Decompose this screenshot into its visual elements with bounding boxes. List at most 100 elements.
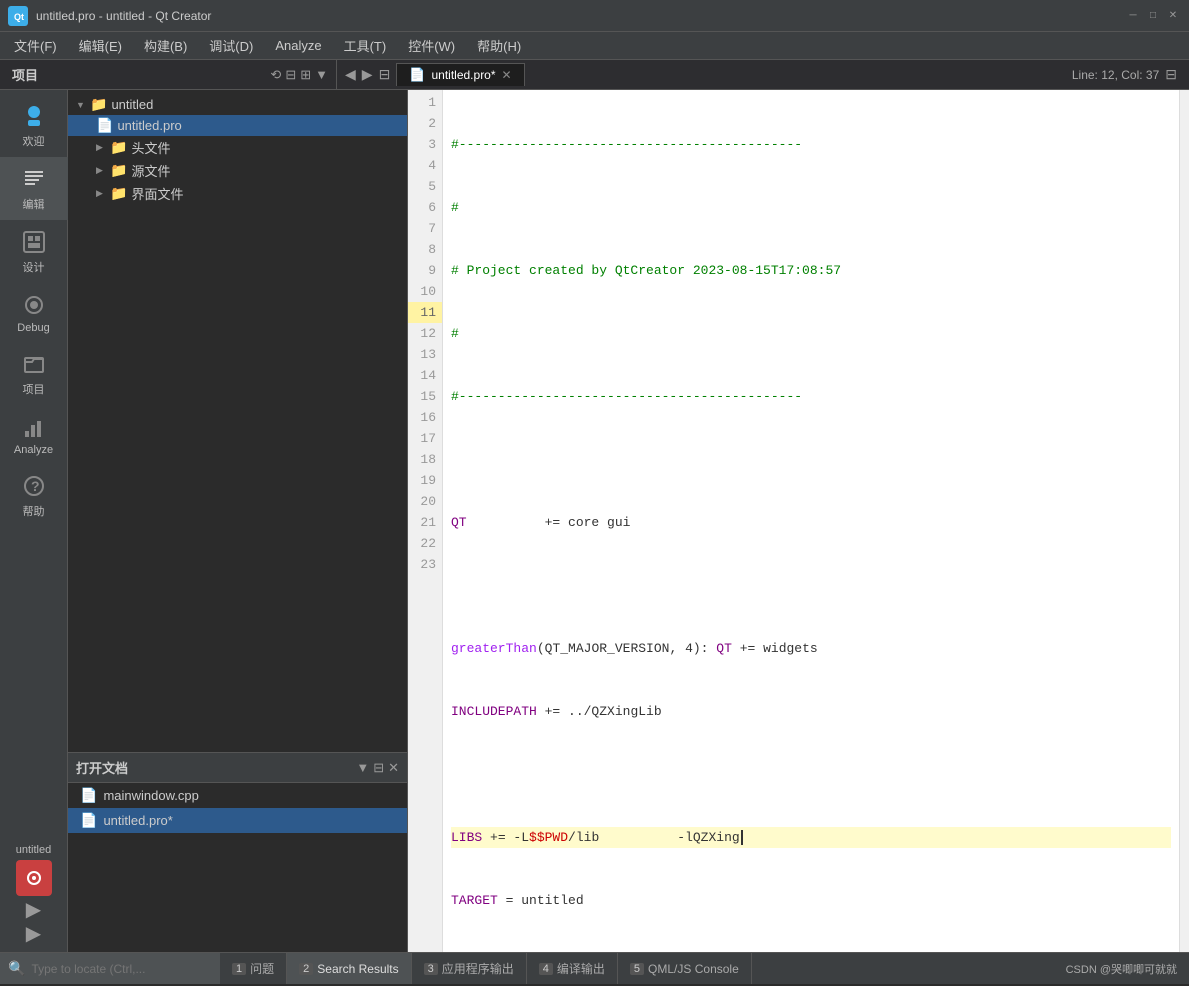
ln-14: 14 [408,365,442,386]
ln-23: 23 [408,554,442,575]
tree-pro-label: untitled.pro [117,118,181,133]
sidebar-item-welcome[interactable]: 欢迎 [0,94,68,157]
menu-debug[interactable]: 调试(D) [199,32,263,59]
welcome-label: 欢迎 [23,133,45,149]
tree-forms-icon: 📁 [110,185,127,202]
doc-icon-mainwindow: 📄 [80,787,97,804]
tab-close-icon[interactable]: ✕ [502,68,512,82]
sidebar-item-project[interactable]: 项目 [0,342,68,405]
menu-help[interactable]: 帮助(H) [467,32,531,59]
tab-label: untitled.pro* [431,68,495,82]
bottom-tab-qml[interactable]: 5 QML/JS Console [618,953,752,984]
edit-icon [20,165,48,193]
menu-file[interactable]: 文件(F) [4,32,67,59]
run-button[interactable]: ▶ [26,900,41,920]
bottom-tab-compile[interactable]: 4 编译输出 [527,953,618,984]
doc-label-mainwindow: mainwindow.cpp [103,788,198,803]
menu-widgets[interactable]: 控件(W) [398,32,465,59]
compile-tab-num: 4 [539,963,553,975]
tree-arrow-sources: ▶ [96,165,106,176]
window-controls[interactable]: ─ □ ✕ [1125,8,1181,24]
menu-bar: 文件(F) 编辑(E) 构建(B) 调试(D) Analyze 工具(T) 控件… [0,32,1189,60]
open-docs-menu-icon[interactable]: ▼ [356,760,369,775]
ln-19: 19 [408,470,442,491]
tree-root-untitled[interactable]: ▼ 📁 untitled [68,94,407,115]
menu-analyze[interactable]: Analyze [265,34,331,57]
menu-edit[interactable]: 编辑(E) [69,32,132,59]
open-docs-close-icon[interactable]: ✕ [388,760,399,776]
ln-4: 4 [408,155,442,176]
ln-10: 10 [408,281,442,302]
doc-item-pro[interactable]: 📄 untitled.pro* [68,808,407,833]
code-line-10: INCLUDEPATH += ../QZXingLib [451,701,1171,722]
close-button[interactable]: ✕ [1165,8,1181,24]
nav-forward-icon[interactable]: ▶ [362,66,373,83]
maximize-button[interactable]: □ [1145,8,1161,24]
sidebar-item-analyze[interactable]: Analyze [0,405,68,464]
edit-label: 编辑 [23,196,45,212]
editor-area: 1 2 3 4 5 6 7 8 9 10 11 12 13 14 15 16 1… [408,90,1189,952]
ln-3: 3 [408,134,442,155]
ln-13: 13 [408,344,442,365]
type-locate-area[interactable]: 🔍 [0,953,220,984]
doc-item-mainwindow[interactable]: 📄 mainwindow.cpp [68,783,407,808]
welcome-icon [20,102,48,130]
qml-tab-label: QML/JS Console [648,962,739,976]
code-line-4: # [451,323,1171,344]
sidebar-item-design[interactable]: 设计 [0,220,68,283]
tree-sources-icon: 📁 [110,162,127,179]
open-docs-split-icon[interactable]: ⊟ [373,760,384,776]
menu-tools[interactable]: 工具(T) [334,32,397,59]
tree-item-pro[interactable]: 📄 untitled.pro [68,115,407,136]
code-line-12: LIBS += -L$$PWD/lib -lQZXing [451,827,1171,848]
tree-item-headers[interactable]: ▶ 📁 头文件 [68,136,407,159]
bottom-tab-search[interactable]: 2 Search Results [287,953,412,984]
tree-headers-label: 头文件 [131,138,170,157]
code-content[interactable]: #---------------------------------------… [443,90,1179,952]
app-icon: Qt [8,6,28,26]
minimize-button[interactable]: ─ [1125,8,1141,24]
project-icon [20,350,48,378]
ln-20: 20 [408,491,442,512]
ln-8: 8 [408,239,442,260]
type-locate-input[interactable] [31,962,212,976]
ln-17: 17 [408,428,442,449]
tree-arrow-headers: ▶ [96,142,106,153]
tree-item-sources[interactable]: ▶ 📁 源文件 [68,159,407,182]
editor-tab-untitled-pro[interactable]: 📄 untitled.pro* ✕ [396,63,524,86]
ln-21: 21 [408,512,442,533]
project-sync-icon[interactable]: ⟲ [270,67,281,83]
sidebar-item-edit[interactable]: 编辑 [0,157,68,220]
vertical-scrollbar[interactable] [1179,90,1189,952]
project-tree: ▼ 📁 untitled 📄 untitled.pro ▶ 📁 头文件 ▶ 📁 … [68,90,407,752]
project-collapse-icon[interactable]: ⊟ [285,67,296,83]
ln-12: 12 [408,323,442,344]
ln-2: 2 [408,113,442,134]
project-label: 项目 [23,381,45,397]
nav-split-icon[interactable]: ⊟ [379,66,391,83]
debug-run-icon[interactable] [16,860,52,896]
project-expand-icon[interactable]: ⊞ [300,67,311,83]
left-panel: ▼ 📁 untitled 📄 untitled.pro ▶ 📁 头文件 ▶ 📁 … [68,90,408,952]
open-docs-title: 打开文档 [76,758,356,777]
sidebar-item-help[interactable]: ? 帮助 [0,464,68,527]
window-title: untitled.pro - untitled - Qt Creator [36,9,1125,23]
code-editor[interactable]: 1 2 3 4 5 6 7 8 9 10 11 12 13 14 15 16 1… [408,90,1189,952]
nav-back-icon[interactable]: ◀ [345,66,356,83]
run-debug-button[interactable]: ▶ [26,924,41,944]
ln-11: 11 [408,302,442,323]
bottom-tab-appoutput[interactable]: 3 应用程序输出 [412,953,527,984]
help-icon: ? [20,472,48,500]
ln-7: 7 [408,218,442,239]
debug-icon [20,291,48,319]
search-tab-num: 2 [299,963,313,975]
tree-item-forms[interactable]: ▶ 📁 界面文件 [68,182,407,205]
svg-text:Qt: Qt [14,12,24,22]
menu-build[interactable]: 构建(B) [134,32,197,59]
split-editor-icon[interactable]: ⊟ [1165,66,1177,83]
bottom-tab-issues[interactable]: 1 问题 [220,953,287,984]
project-filter-icon[interactable]: ▼ [315,67,328,82]
open-docs-panel: 打开文档 ▼ ⊟ ✕ 📄 mainwindow.cpp 📄 untitled.p… [68,752,407,952]
sidebar-item-debug[interactable]: Debug [0,283,68,342]
sidebar-icons: 欢迎 编辑 设计 [0,90,68,952]
